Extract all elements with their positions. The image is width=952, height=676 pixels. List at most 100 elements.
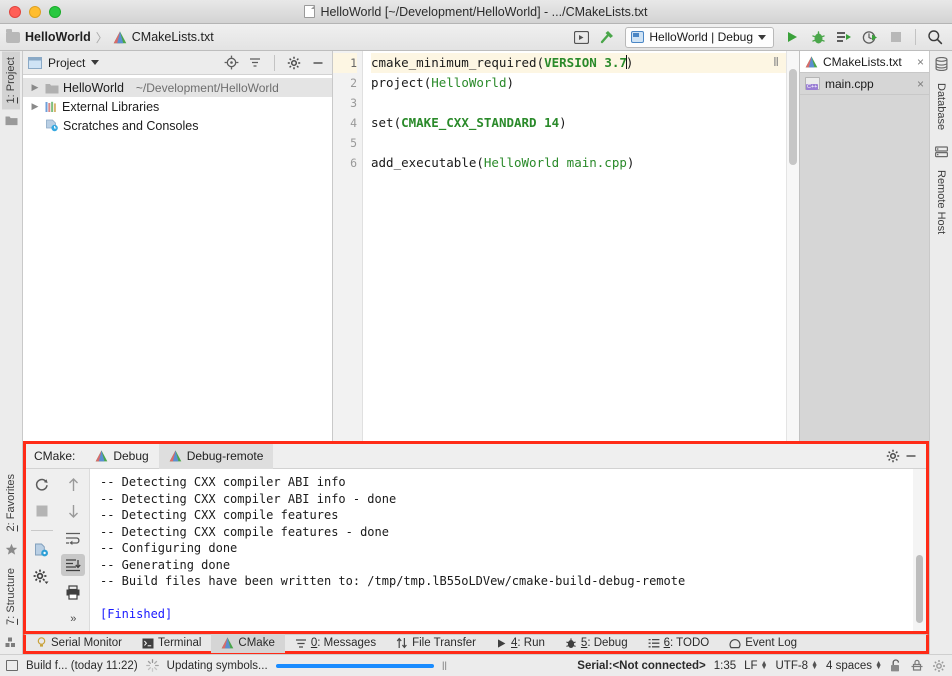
console-scrollbar-thumb[interactable] — [916, 555, 923, 623]
bottom-tab-terminal[interactable]: Terminal — [132, 633, 211, 653]
settings-gear-icon[interactable] — [884, 447, 902, 465]
toolbar-divider — [915, 29, 916, 45]
encoding-label: UTF-8 — [775, 659, 809, 672]
chevron-down-icon[interactable] — [91, 60, 100, 65]
locate-icon[interactable] — [222, 54, 240, 72]
collapse-all-icon[interactable] — [246, 54, 264, 72]
bottom-tab-todo[interactable]: 6: TODO — [638, 633, 720, 653]
code-area[interactable]: Ⅱ cmake_minimum_required(VERSION 3.7) pro… — [363, 51, 786, 441]
project-tree: ▶ HelloWorld ~/Development/HelloWorld ▶ — [23, 75, 332, 441]
bottom-tab-label: 6: TODO — [663, 637, 710, 649]
close-icon[interactable]: × — [917, 55, 924, 69]
caret-position[interactable]: 1:35 — [714, 660, 736, 672]
tree-item-scratches-and-consoles[interactable]: Scratches and Consoles — [23, 116, 332, 135]
console-line: -- Build files have been written to: /tm… — [100, 574, 686, 588]
close-icon[interactable]: × — [917, 77, 924, 91]
settings-gear-icon[interactable] — [932, 659, 946, 673]
chevron-down-icon — [758, 34, 766, 40]
breadcrumb-project[interactable]: HelloWorld — [25, 30, 91, 44]
sidebar-item-remote-host[interactable]: Remote Host — [932, 164, 950, 240]
title-bar: HelloWorld [~/Development/HelloWorld] - … — [0, 0, 952, 24]
indent-setting[interactable]: 4 spaces ▲ ▼ — [826, 660, 882, 672]
down-arrow-icon[interactable] — [61, 500, 85, 522]
line-separator[interactable]: LF ▲ ▼ — [744, 660, 767, 672]
settings-gear-icon[interactable] — [285, 54, 303, 72]
window-title: HelloWorld [~/Development/HelloWorld] - … — [0, 4, 952, 19]
attach-profiler-icon[interactable] — [833, 27, 855, 48]
hide-icon[interactable] — [309, 54, 327, 72]
build-hammer-icon[interactable] — [596, 27, 618, 48]
code-editor[interactable]: 1 2 3 4 5 6 Ⅱ cmake_minimum_required(VERSION … — [333, 51, 799, 441]
bottom-tab-run[interactable]: 4: Run — [486, 633, 555, 653]
print-icon[interactable] — [61, 581, 85, 603]
tree-item-helloworld[interactable]: ▶ HelloWorld ~/Development/HelloWorld — [23, 78, 332, 97]
terminal-toggle-icon[interactable] — [570, 27, 592, 48]
scroll-to-end-icon[interactable] — [61, 554, 86, 576]
navigation-toolbar: HelloWorld 〉 CMakeLists.txt HelloWorld |… — [0, 24, 952, 51]
stop-icon[interactable] — [30, 500, 54, 522]
show-tool-windows-icon[interactable] — [6, 660, 18, 671]
line-separator-label: LF — [744, 659, 758, 672]
bottom-tab-label: File Transfer — [412, 637, 476, 649]
minimize-window-button[interactable] — [29, 5, 41, 18]
window-controls[interactable] — [0, 5, 61, 18]
cmake-tool-window: CMake: Debug Debug-remote » -- Detecting… — [23, 441, 929, 634]
scratches-icon — [45, 119, 59, 132]
run-icon[interactable] — [781, 27, 803, 48]
stop-icon[interactable] — [885, 27, 907, 48]
code-token: ) — [506, 75, 515, 90]
encoding[interactable]: UTF-8 ▲ ▼ — [776, 660, 819, 672]
bottom-tab-messages[interactable]: 0: Messages — [285, 633, 386, 653]
lock-open-icon[interactable] — [890, 658, 902, 673]
cmake-tab-label: Debug-remote — [186, 449, 264, 463]
code-token: 14 — [544, 115, 560, 130]
bottom-tab-debug[interactable]: 5: Debug — [555, 633, 638, 653]
editor-tab-main-cpp[interactable]: main.cpp × — [800, 73, 929, 95]
sidebar-item-structure[interactable]: 7: Structure — [2, 562, 20, 631]
status-message[interactable]: Build f... (today 11:22) — [26, 660, 138, 672]
cmake-console-output[interactable]: -- Detecting CXX compiler ABI info -- Det… — [90, 469, 913, 631]
expand-more-icon[interactable]: » — [61, 608, 85, 630]
progress-pause-icon[interactable]: Ⅱ — [442, 659, 448, 673]
debug-icon[interactable] — [807, 27, 829, 48]
console-scrollbar[interactable] — [913, 469, 926, 631]
chevron-right-icon[interactable]: ▶ — [29, 101, 41, 112]
serial-status[interactable]: Serial:<Not connected> — [577, 660, 705, 672]
bottom-tab-serial-monitor[interactable]: Serial Monitor — [26, 633, 132, 653]
tree-item-path: ~/Development/HelloWorld — [135, 80, 279, 95]
maximize-window-button[interactable] — [49, 5, 61, 18]
run-configuration-selector[interactable]: HelloWorld | Debug — [625, 26, 774, 48]
code-line: cmake_minimum_required(VERSION 3.7) — [371, 53, 786, 73]
bottom-tab-event-log[interactable]: Event Log — [719, 633, 807, 653]
search-icon[interactable] — [924, 27, 946, 48]
editor-tab-cmakelists-txt[interactable]: CMakeLists.txt × — [800, 51, 929, 73]
bottom-tab-file-transfer[interactable]: File Transfer — [386, 633, 486, 653]
code-token: HelloWorld — [431, 75, 507, 90]
cmake-tab-debug[interactable]: Debug — [85, 444, 158, 469]
rerun-cmake-icon[interactable] — [30, 473, 54, 495]
folder-icon — [2, 109, 21, 128]
chevron-right-icon[interactable]: ▶ — [29, 82, 41, 93]
sidebar-item-favorites[interactable]: 2: Favorites — [2, 468, 20, 537]
editor-scrollbar-thumb[interactable] — [789, 69, 797, 165]
cmake-tab-debug-remote[interactable]: Debug-remote — [158, 443, 274, 469]
gear-dropdown-icon[interactable] — [30, 566, 54, 588]
sidebar-item-project[interactable]: 1: Project — [2, 51, 20, 110]
editor-scrollbar[interactable] — [786, 51, 799, 441]
cmake-settings-icon[interactable] — [30, 539, 54, 561]
code-token: HelloWorld main.cpp — [483, 155, 627, 170]
cmake-tab-label: Debug — [113, 449, 149, 463]
bottom-tab-cmake[interactable]: CMake — [211, 633, 285, 653]
bottom-tab-label: 5: Debug — [580, 637, 628, 649]
sidebar-item-database[interactable]: Database — [932, 77, 950, 136]
run-coverage-icon[interactable] — [859, 27, 881, 48]
up-arrow-icon[interactable] — [61, 473, 85, 495]
breadcrumb-file[interactable]: CMakeLists.txt — [132, 30, 214, 44]
cmake-icon — [221, 637, 234, 649]
tree-item-external-libraries[interactable]: ▶ External Libraries — [23, 97, 332, 116]
close-window-button[interactable] — [9, 5, 21, 18]
inspection-icon[interactable] — [910, 659, 924, 673]
soft-wrap-icon[interactable] — [61, 527, 85, 549]
hide-icon[interactable] — [902, 447, 920, 465]
